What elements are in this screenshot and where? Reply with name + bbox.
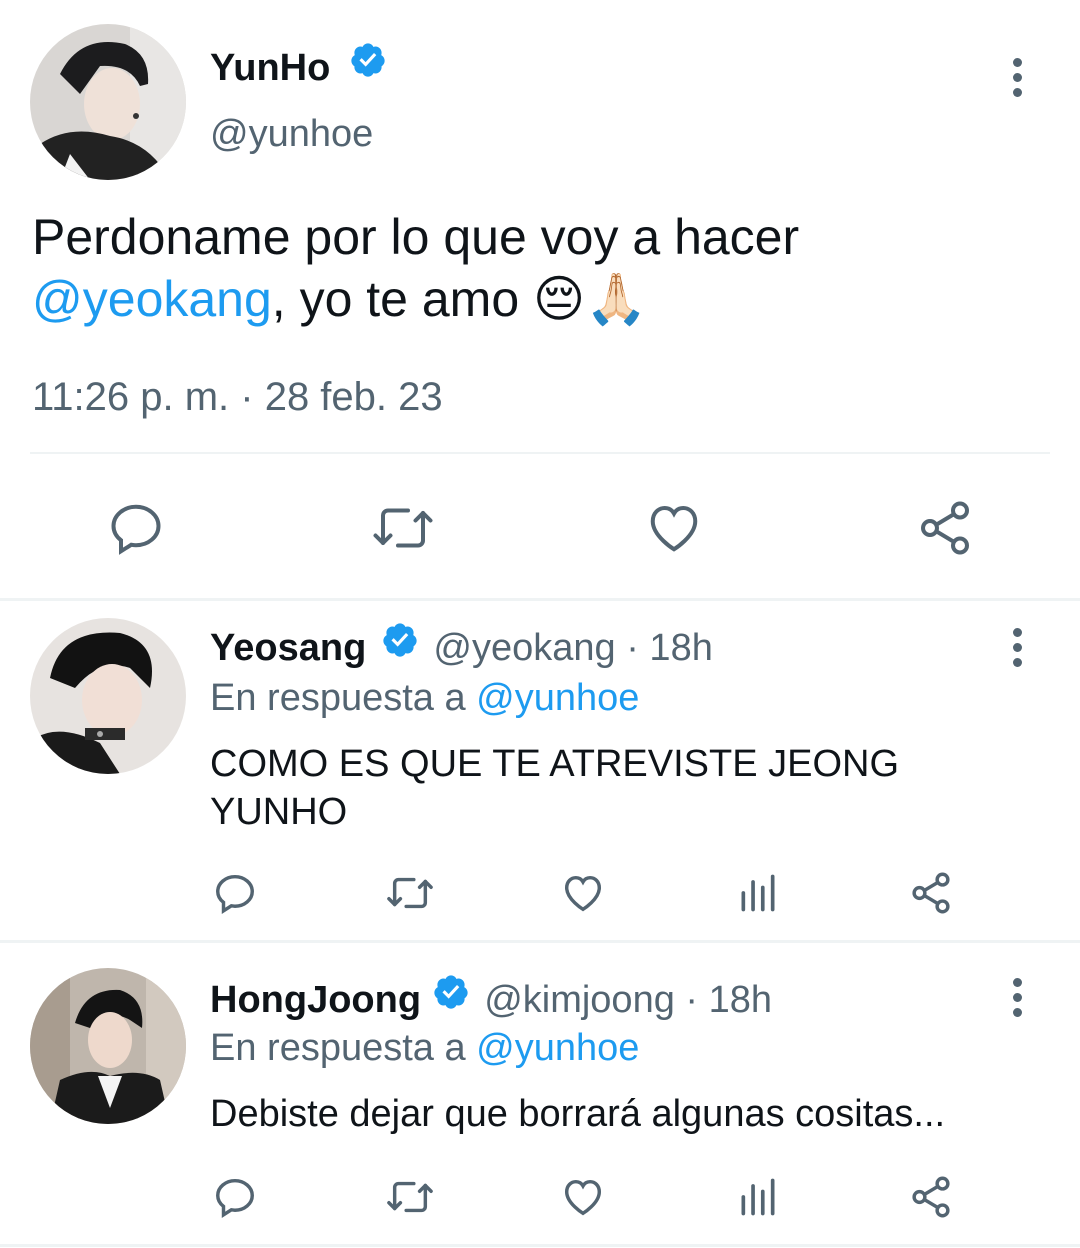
replying-mention-link[interactable]: @yunhoe bbox=[476, 677, 639, 719]
like-icon[interactable] bbox=[560, 1174, 606, 1220]
analytics-icon[interactable] bbox=[736, 1174, 780, 1220]
share-icon[interactable] bbox=[908, 1174, 954, 1220]
author-name[interactable]: YunHo bbox=[210, 41, 387, 95]
author-handle[interactable]: @yunhoe bbox=[210, 110, 373, 158]
replying-prefix: En respuesta a bbox=[210, 1027, 477, 1069]
display-name[interactable]: Yeosang bbox=[210, 627, 366, 669]
retweet-icon[interactable] bbox=[370, 498, 436, 558]
handle-time[interactable]: @yeokang · 18h bbox=[433, 627, 712, 669]
verified-badge-icon bbox=[432, 973, 470, 1023]
analytics-icon[interactable] bbox=[736, 870, 780, 916]
avatar-yeosang[interactable] bbox=[30, 618, 186, 774]
reply-icon[interactable] bbox=[212, 1174, 258, 1220]
display-name[interactable]: YunHo bbox=[210, 47, 330, 89]
avatar-yunho[interactable] bbox=[30, 24, 186, 180]
display-name[interactable]: HongJoong bbox=[210, 979, 421, 1021]
avatar-hongjoong[interactable] bbox=[30, 968, 186, 1124]
retweet-icon[interactable] bbox=[384, 870, 436, 916]
share-icon[interactable] bbox=[914, 498, 976, 558]
divider bbox=[0, 1244, 1080, 1247]
reply-icon[interactable] bbox=[106, 498, 166, 558]
verified-badge-icon bbox=[381, 621, 419, 671]
reply-header: Yeosang @yeokang · 18h bbox=[210, 621, 713, 675]
tweet-text-part1: Perdoname por lo que voy a hacer bbox=[32, 209, 800, 265]
tweet-text: Perdoname por lo que voy a hacer @yeokan… bbox=[32, 206, 1032, 330]
share-icon[interactable] bbox=[908, 870, 954, 916]
divider bbox=[0, 598, 1080, 601]
more-options-icon[interactable] bbox=[1010, 628, 1024, 668]
retweet-icon[interactable] bbox=[384, 1174, 436, 1220]
more-options-icon[interactable] bbox=[1010, 978, 1024, 1018]
handle-time[interactable]: @kimjoong · 18h bbox=[484, 979, 772, 1021]
reply-icon[interactable] bbox=[212, 870, 258, 916]
verified-badge-icon bbox=[349, 41, 387, 91]
like-icon[interactable] bbox=[560, 870, 606, 916]
emoji: 😔🙏🏻 bbox=[533, 271, 648, 327]
replying-prefix: En respuesta a bbox=[210, 677, 477, 719]
replying-mention-link[interactable]: @yunhoe bbox=[476, 1027, 639, 1069]
mention-link[interactable]: @yeokang bbox=[32, 271, 272, 327]
divider bbox=[30, 452, 1050, 454]
divider bbox=[0, 940, 1080, 943]
reply-text: COMO ES QUE TE ATREVISTE JEONG YUNHO bbox=[210, 743, 900, 833]
replying-to: En respuesta a @yunhoe bbox=[210, 1024, 639, 1072]
like-icon[interactable] bbox=[644, 498, 704, 558]
replying-to: En respuesta a @yunhoe bbox=[210, 674, 639, 722]
tweet-text-part2: , yo te amo bbox=[271, 271, 520, 327]
reply-header: HongJoong @kimjoong · 18h bbox=[210, 973, 772, 1027]
tweet-timestamp[interactable]: 11:26 p. m. · 28 feb. 23 bbox=[32, 372, 443, 422]
more-options-icon[interactable] bbox=[1010, 58, 1024, 98]
reply-text: Debiste dejar que borrará algunas cosita… bbox=[210, 1093, 946, 1135]
